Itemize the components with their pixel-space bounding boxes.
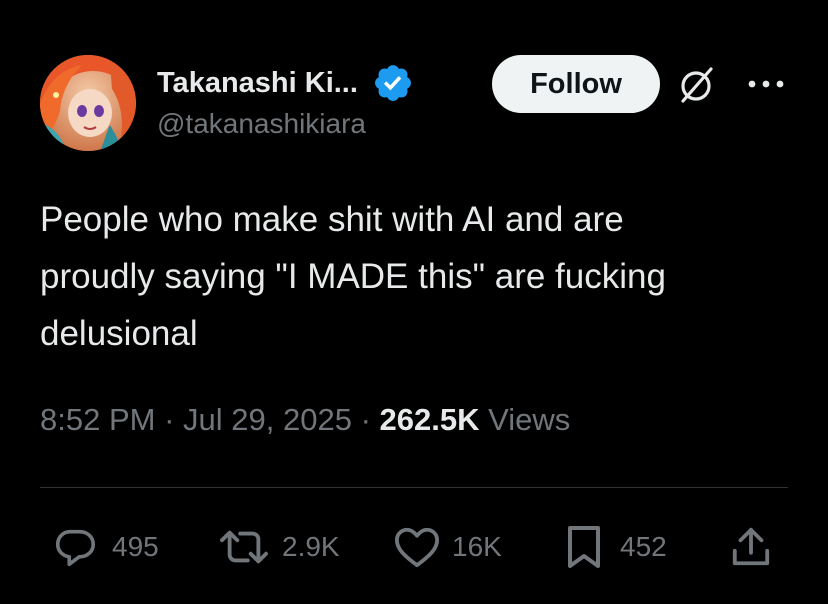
- reply-button[interactable]: 495: [52, 524, 159, 570]
- meta-separator: ·: [164, 402, 175, 437]
- tweet-text-line: People who make shit with AI and are: [40, 200, 624, 239]
- display-name[interactable]: Takanashi Ki...: [157, 67, 358, 100]
- bookmark-button[interactable]: 452: [564, 524, 667, 570]
- heart-icon: [394, 527, 440, 568]
- like-button[interactable]: 16K: [392, 524, 502, 570]
- retweet-icon: [220, 530, 268, 564]
- more-icon[interactable]: [745, 75, 787, 93]
- retweet-button[interactable]: 2.9K: [216, 524, 340, 570]
- tweet-time[interactable]: 8:52 PM: [40, 402, 155, 437]
- tweet-date[interactable]: Jul 29, 2025: [183, 402, 352, 437]
- tweet-text-line: delusional: [40, 314, 198, 353]
- bookmark-count: 452: [620, 531, 667, 562]
- tweet-meta: 8:52 PM · Jul 29, 2025 · 262.5K Views: [40, 402, 570, 438]
- tweet-card: Takanashi Ki... @takanashikiara Follow P…: [0, 0, 828, 604]
- tweet-text-line: proudly saying "I MADE this" are fucking: [40, 257, 666, 296]
- divider: [40, 487, 788, 488]
- follow-button[interactable]: Follow: [492, 55, 660, 113]
- avatar-image: [40, 55, 136, 151]
- share-icon: [732, 527, 770, 566]
- reply-count: 495: [112, 531, 159, 562]
- tweet-text: People who make shit with AI and are pro…: [40, 191, 800, 362]
- share-button[interactable]: [730, 524, 772, 570]
- retweet-count: 2.9K: [282, 531, 340, 562]
- grok-icon[interactable]: [675, 63, 719, 107]
- verified-badge-icon: [374, 65, 411, 101]
- views-count: 262.5K: [379, 402, 480, 437]
- views-label: Views: [488, 402, 571, 437]
- author-handle[interactable]: @takanashikiara: [157, 108, 366, 140]
- like-count: 16K: [452, 531, 502, 562]
- bookmark-icon: [568, 526, 600, 568]
- reply-icon: [55, 529, 96, 567]
- avatar[interactable]: [40, 55, 136, 151]
- author-name-row: Takanashi Ki...: [157, 62, 414, 104]
- meta-separator: ·: [360, 402, 371, 437]
